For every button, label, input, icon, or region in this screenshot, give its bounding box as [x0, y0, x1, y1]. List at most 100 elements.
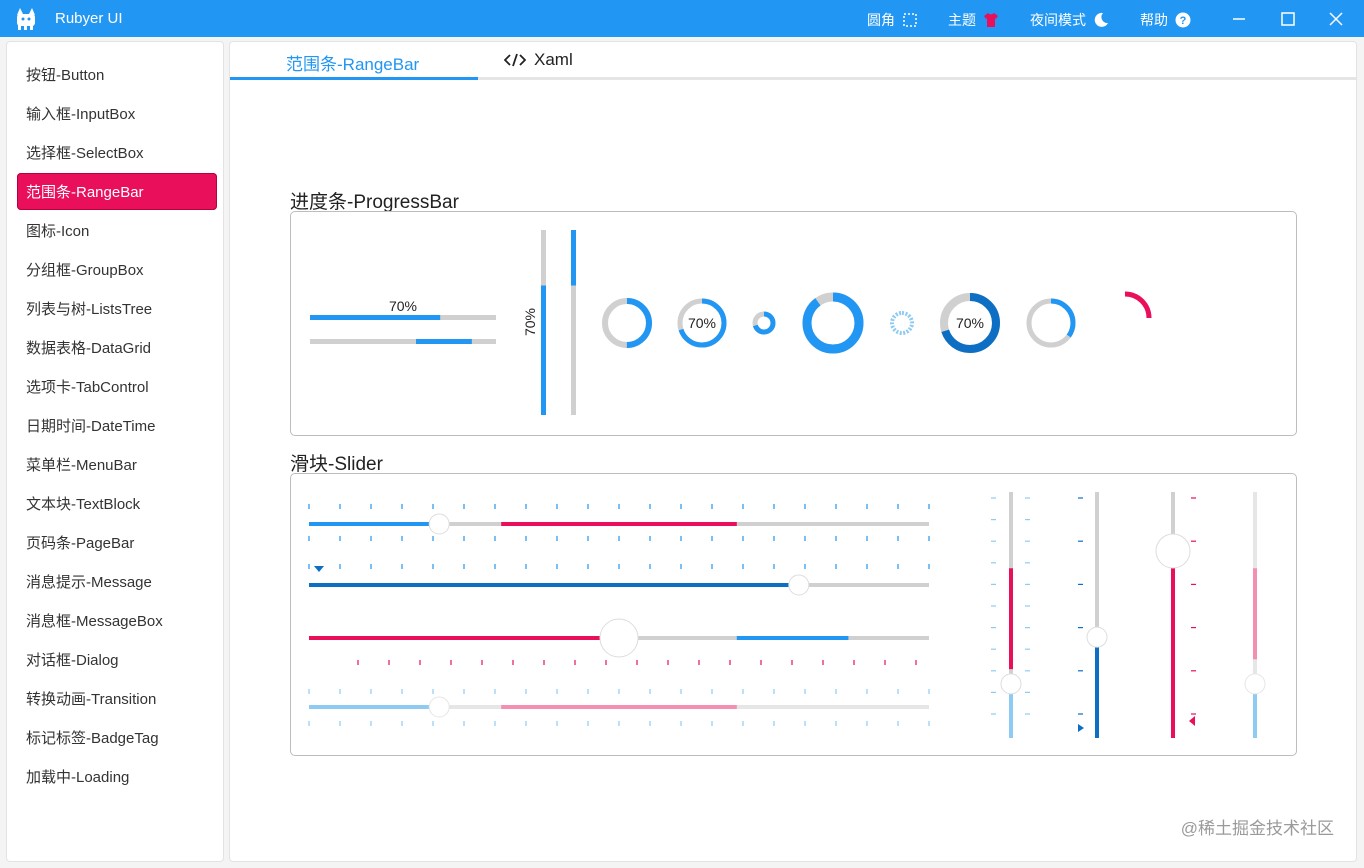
- hslider-1[interactable]: [309, 513, 929, 535]
- help-icon: ?: [1175, 12, 1191, 28]
- theme-label: 主题: [948, 12, 976, 28]
- close-icon: [1329, 11, 1343, 26]
- corner-radius-icon: [903, 13, 917, 27]
- sidebar-item-button[interactable]: 按钮-Button: [17, 56, 217, 93]
- sidebar-item-label: 日期时间-DateTime: [26, 418, 156, 435]
- ring-8: [1098, 291, 1152, 345]
- sidebar-item-label: 选择框-SelectBox: [26, 145, 144, 162]
- vslider-2[interactable]: [1078, 492, 1108, 738]
- hbar-1-label: 70%: [389, 298, 417, 314]
- sidebar-item-label: 分组框-GroupBox: [26, 262, 144, 279]
- minimize-icon: [1233, 17, 1245, 20]
- vslider-3[interactable]: [1155, 492, 1195, 738]
- sidebar-item-label: 选项卡-TabControl: [26, 379, 149, 396]
- hslider-4[interactable]: [309, 696, 929, 718]
- main-panel: 范围条-RangeBar Xaml 进度条-ProgressBar 70% 70…: [229, 41, 1357, 862]
- sidebar-item-datetime[interactable]: 日期时间-DateTime: [17, 407, 217, 444]
- sidebar-item-selectbox[interactable]: 选择框-SelectBox: [17, 134, 217, 171]
- progress-section-title: 进度条-ProgressBar: [290, 192, 459, 213]
- slider-canvas: [308, 492, 1266, 738]
- ring-4: [802, 292, 864, 354]
- app-logo-icon: [17, 8, 35, 30]
- ring-5: [890, 311, 914, 335]
- app-title: Rubyer UI: [55, 10, 123, 27]
- hbar-2-fill: [416, 339, 472, 344]
- vslider-1[interactable]: [1000, 492, 1022, 738]
- maximize-icon: [1281, 11, 1295, 26]
- help-label: 帮助: [1140, 12, 1168, 28]
- ring-2: 70%: [677, 298, 727, 348]
- sidebar-item-pagebar[interactable]: 页码条-PageBar: [17, 524, 217, 561]
- ring-7: [1026, 298, 1076, 348]
- sidebar-item-label: 范围条-RangeBar: [26, 184, 144, 201]
- corner-radius-button[interactable]: 圆角: [867, 10, 918, 30]
- vbar-1-fill: [541, 285, 546, 415]
- title-bar: Rubyer UI 圆角 主题 夜间模式 帮助 ?: [0, 0, 1364, 37]
- sidebar-item-liststree[interactable]: 列表与树-ListsTree: [17, 290, 217, 327]
- theme-button[interactable]: 主题: [948, 10, 999, 30]
- sidebar-item-transition[interactable]: 转换动画-Transition: [17, 680, 217, 717]
- sidebar-item-icon[interactable]: 图标-Icon: [17, 212, 217, 249]
- shirt-icon: [984, 13, 998, 27]
- vslider-4[interactable]: [1244, 492, 1266, 738]
- sidebar-item-inputbox[interactable]: 输入框-InputBox: [17, 95, 217, 132]
- corner-radius-label: 圆角: [867, 12, 895, 28]
- ring-6: 70%: [940, 293, 1000, 353]
- sidebar-item-label: 消息提示-Message: [26, 574, 152, 591]
- slider-section-title: 滑块-Slider: [290, 454, 383, 475]
- night-mode-button[interactable]: 夜间模式: [1030, 10, 1109, 30]
- active-tab-indicator: [230, 77, 478, 80]
- sidebar-item-label: 输入框-InputBox: [26, 106, 136, 123]
- sidebar-item-label: 列表与树-ListsTree: [26, 301, 153, 318]
- hslider-3[interactable]: [309, 618, 929, 658]
- sidebar-item-loading[interactable]: 加载中-Loading: [17, 758, 217, 795]
- ring-6-label: 70%: [956, 315, 984, 331]
- tab-label: Xaml: [534, 50, 573, 69]
- sidebar-item-message[interactable]: 消息提示-Message: [17, 563, 217, 600]
- vertical-slider-ticks: [991, 497, 1196, 715]
- sidebar-item-messagebox[interactable]: 消息框-MessageBox: [17, 602, 217, 639]
- sidebar-item-rangebar[interactable]: 范围条-RangeBar: [17, 173, 217, 210]
- maximize-button[interactable]: [1265, 0, 1311, 37]
- close-button[interactable]: [1313, 0, 1359, 37]
- sidebar-item-label: 对话框-Dialog: [26, 652, 119, 669]
- vbar-1-label: 70%: [522, 308, 538, 336]
- hslider-3-thumb[interactable]: [599, 618, 639, 658]
- sidebar-item-textblock[interactable]: 文本块-TextBlock: [17, 485, 217, 522]
- vbar-2-fill: [571, 230, 576, 286]
- sidebar-item-badgetag[interactable]: 标记标签-BadgeTag: [17, 719, 217, 756]
- tab-bar: 范围条-RangeBar Xaml: [230, 42, 1356, 80]
- vslider-3-thumb[interactable]: [1155, 533, 1191, 569]
- progress-canvas: 70% 70% 70% 70%: [310, 230, 1152, 415]
- vslider-1-thumb[interactable]: [1000, 673, 1022, 695]
- night-mode-label: 夜间模式: [1030, 12, 1086, 28]
- code-icon: [504, 53, 526, 67]
- hslider-1-thumb[interactable]: [428, 513, 450, 535]
- sidebar-item-label: 转换动画-Transition: [26, 691, 157, 708]
- tab-xaml[interactable]: Xaml: [504, 50, 573, 70]
- vslider-2-thumb[interactable]: [1086, 626, 1108, 648]
- sidebar-nav: 按钮-Button 输入框-InputBox 选择框-SelectBox 范围条…: [6, 41, 224, 862]
- hslider-2-thumb[interactable]: [788, 574, 810, 596]
- minimize-button[interactable]: [1216, 0, 1262, 37]
- ring-1: [602, 298, 652, 348]
- tab-label: 范围条-RangeBar: [286, 55, 420, 74]
- sidebar-item-label: 菜单栏-MenuBar: [26, 457, 137, 474]
- watermark: @稀土掘金技术社区: [1180, 819, 1334, 838]
- hslider-2[interactable]: [309, 566, 929, 596]
- hbar-1-fill: [310, 315, 441, 320]
- hslider-4-thumb[interactable]: [428, 696, 450, 718]
- sidebar-item-menubar[interactable]: 菜单栏-MenuBar: [17, 446, 217, 483]
- help-button[interactable]: 帮助 ?: [1140, 10, 1191, 30]
- horizontal-slider-ticks: [308, 504, 930, 726]
- sidebar-item-tabcontrol[interactable]: 选项卡-TabControl: [17, 368, 217, 405]
- sidebar-item-groupbox[interactable]: 分组框-GroupBox: [17, 251, 217, 288]
- vslider-4-thumb[interactable]: [1244, 673, 1266, 695]
- sidebar-item-label: 加载中-Loading: [26, 769, 130, 786]
- progress-card: 70% 70% 70% 70%: [290, 211, 1297, 436]
- sidebar-item-label: 页码条-PageBar: [26, 535, 135, 552]
- tab-rangebar[interactable]: 范围条-RangeBar: [286, 50, 419, 75]
- sidebar-item-datagrid[interactable]: 数据表格-DataGrid: [17, 329, 217, 366]
- sidebar-item-label: 标记标签-BadgeTag: [26, 730, 159, 747]
- sidebar-item-dialog[interactable]: 对话框-Dialog: [17, 641, 217, 678]
